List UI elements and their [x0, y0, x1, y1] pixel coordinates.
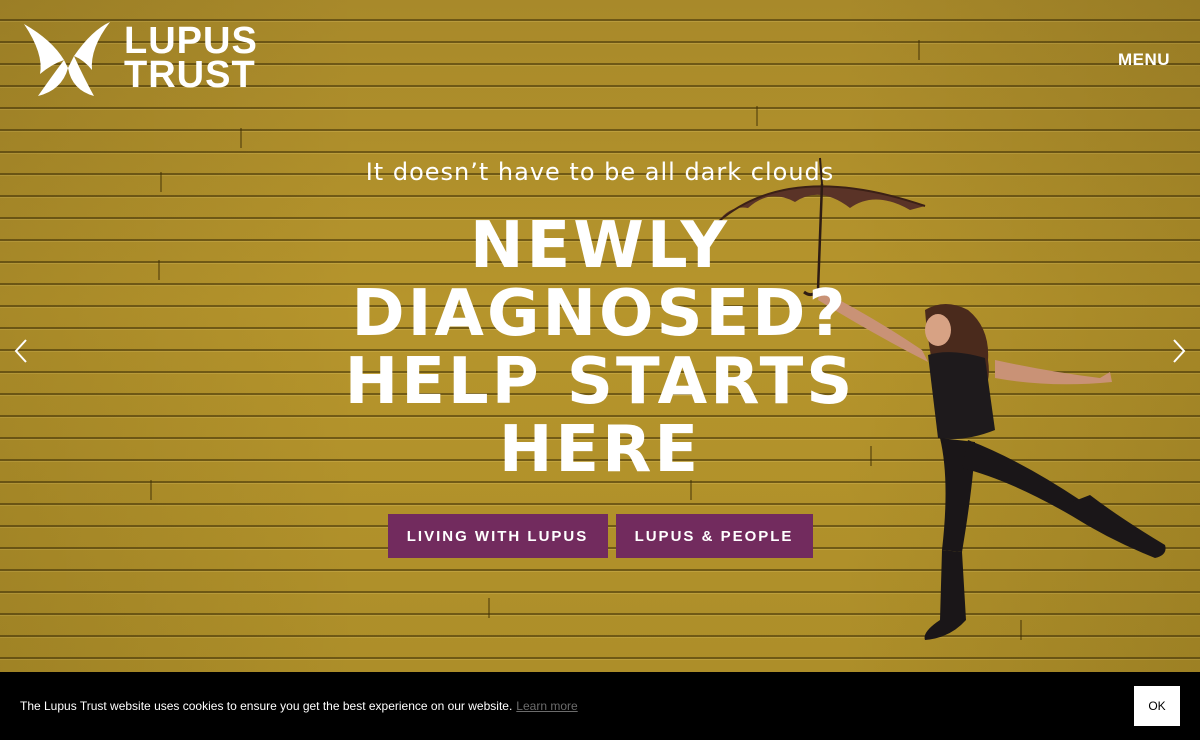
slider-prev-button[interactable] — [7, 336, 37, 366]
lupus-and-people-button[interactable]: LUPUS & PEOPLE — [615, 514, 813, 558]
chevron-left-icon — [14, 339, 27, 363]
butterfly-icon — [24, 22, 110, 96]
hero-slider: LUPUS TRUST MENU It doesn’t have to be a… — [0, 0, 1200, 672]
plank-seam — [756, 106, 758, 126]
cookie-learn-more-link[interactable]: Learn more — [516, 699, 577, 713]
slider-next-button[interactable] — [1163, 336, 1193, 366]
logo-wordmark: LUPUS TRUST — [124, 20, 258, 96]
plank-seam — [918, 40, 920, 60]
chevron-right-icon — [1173, 339, 1186, 363]
cookie-ok-button[interactable]: OK — [1134, 686, 1180, 726]
living-with-lupus-button[interactable]: LIVING WITH LUPUS — [387, 514, 608, 558]
cookie-banner: The Lupus Trust website uses cookies to … — [0, 672, 1200, 740]
cookie-message: The Lupus Trust website uses cookies to … — [20, 699, 513, 713]
hero-headline: NEWLY DIAGNOSED? HELP STARTS HERE — [344, 209, 856, 487]
plank-seam — [488, 598, 490, 618]
menu-button[interactable]: MENU — [1118, 50, 1170, 70]
plank-seam — [150, 480, 152, 500]
plank-seam — [240, 128, 242, 148]
plank-seam — [158, 260, 160, 280]
hero-cta-group: LIVING WITH LUPUS LUPUS & PEOPLE — [0, 514, 1200, 558]
hero-tagline: It doesn’t have to be all dark clouds — [365, 158, 835, 186]
logo-line-1: LUPUS — [124, 20, 258, 62]
site-logo[interactable]: LUPUS TRUST — [22, 20, 258, 98]
logo-line-2: TRUST — [124, 54, 256, 96]
